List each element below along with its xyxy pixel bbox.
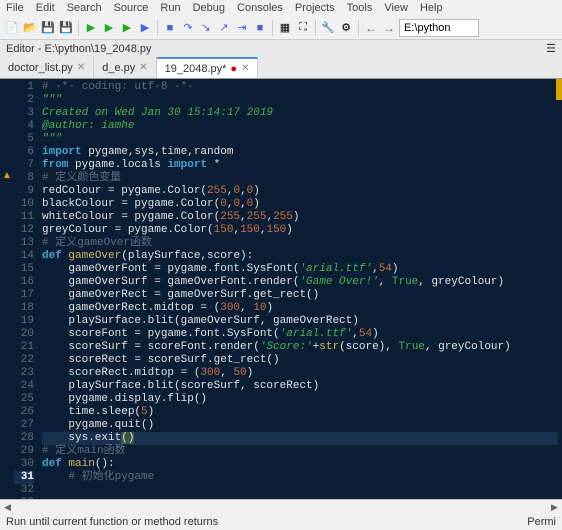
editor-options-icon[interactable]: ☰ [546, 42, 556, 55]
status-bar: Run until current function or method ret… [0, 514, 562, 530]
new-file-icon[interactable]: 📄 [4, 20, 20, 36]
status-right: Permi [527, 516, 556, 528]
menu-tools[interactable]: Tools [347, 2, 373, 14]
tab-close-icon[interactable]: ✕ [77, 62, 85, 73]
nav-back-icon[interactable]: ← [363, 21, 379, 35]
editor-titlebar: Editor - E:\python\19_2048.py ☰ [0, 40, 562, 57]
scroll-right-icon[interactable]: ▶ [547, 502, 562, 513]
horizontal-scrollbar[interactable]: ◀ ▶ [0, 499, 562, 514]
tab-19-2048-py-[interactable]: 19_2048.py*●✕ [157, 57, 259, 78]
continue-icon[interactable]: ⇥ [234, 20, 250, 36]
stop-debug-icon[interactable]: ■ [252, 20, 268, 36]
tab-close-icon[interactable]: ✕ [241, 63, 249, 74]
menu-source[interactable]: Source [114, 2, 149, 14]
scroll-left-icon[interactable]: ◀ [0, 502, 15, 513]
code-editor[interactable]: ▲ 12345678910111213141516171819202122232… [0, 79, 562, 499]
stop-icon[interactable]: ■ [162, 20, 178, 36]
status-left: Run until current function or method ret… [6, 516, 218, 528]
python-path-icon[interactable]: ⚙ [338, 20, 354, 36]
tab-d-e-py[interactable]: d_e.py✕ [94, 57, 156, 78]
maximize-icon[interactable]: ⛶ [295, 20, 311, 36]
marker-strip [556, 79, 562, 499]
menu-debug[interactable]: Debug [193, 2, 225, 14]
menu-view[interactable]: View [384, 2, 408, 14]
step-over-icon[interactable]: ↷ [180, 20, 196, 36]
prefs-icon[interactable]: 🔧 [320, 20, 336, 36]
editor-tabs: doctor_list.py✕d_e.py✕19_2048.py*●✕ [0, 57, 562, 79]
menu-edit[interactable]: Edit [36, 2, 55, 14]
menu-search[interactable]: Search [67, 2, 102, 14]
menubar: File Edit Search Source Run Debug Consoles Proj… [0, 0, 562, 16]
run-cell-icon[interactable]: ▶ [101, 20, 117, 36]
toolbar: 📄 📂 💾 💾 ▶ ▶ ▶ ▶ ■ ↷ ↘ ↗ ⇥ ■ ▦ ⛶ 🔧 ⚙ ← → [0, 16, 562, 40]
editor-title: Editor - E:\python\19_2048.py [6, 43, 152, 55]
step-into-icon[interactable]: ↘ [198, 20, 214, 36]
debug-icon[interactable]: ▶ [137, 20, 153, 36]
run-selection-icon[interactable]: ▶ [119, 20, 135, 36]
menu-file[interactable]: File [6, 2, 24, 14]
nav-fwd-icon[interactable]: → [381, 21, 397, 35]
menu-consoles[interactable]: Consoles [237, 2, 283, 14]
tab-doctor-list-py[interactable]: doctor_list.py✕ [0, 57, 94, 78]
tab-close-icon[interactable]: ✕ [139, 62, 147, 73]
layout-icon[interactable]: ▦ [277, 20, 293, 36]
run-icon[interactable]: ▶ [83, 20, 99, 36]
step-out-icon[interactable]: ↗ [216, 20, 232, 36]
save-icon[interactable]: 💾 [40, 20, 56, 36]
open-icon[interactable]: 📂 [22, 20, 38, 36]
menu-help[interactable]: Help [420, 2, 443, 14]
save-all-icon[interactable]: 💾 [58, 20, 74, 36]
menu-run[interactable]: Run [160, 2, 180, 14]
working-dir-input[interactable] [399, 19, 479, 37]
menu-projects[interactable]: Projects [295, 2, 335, 14]
